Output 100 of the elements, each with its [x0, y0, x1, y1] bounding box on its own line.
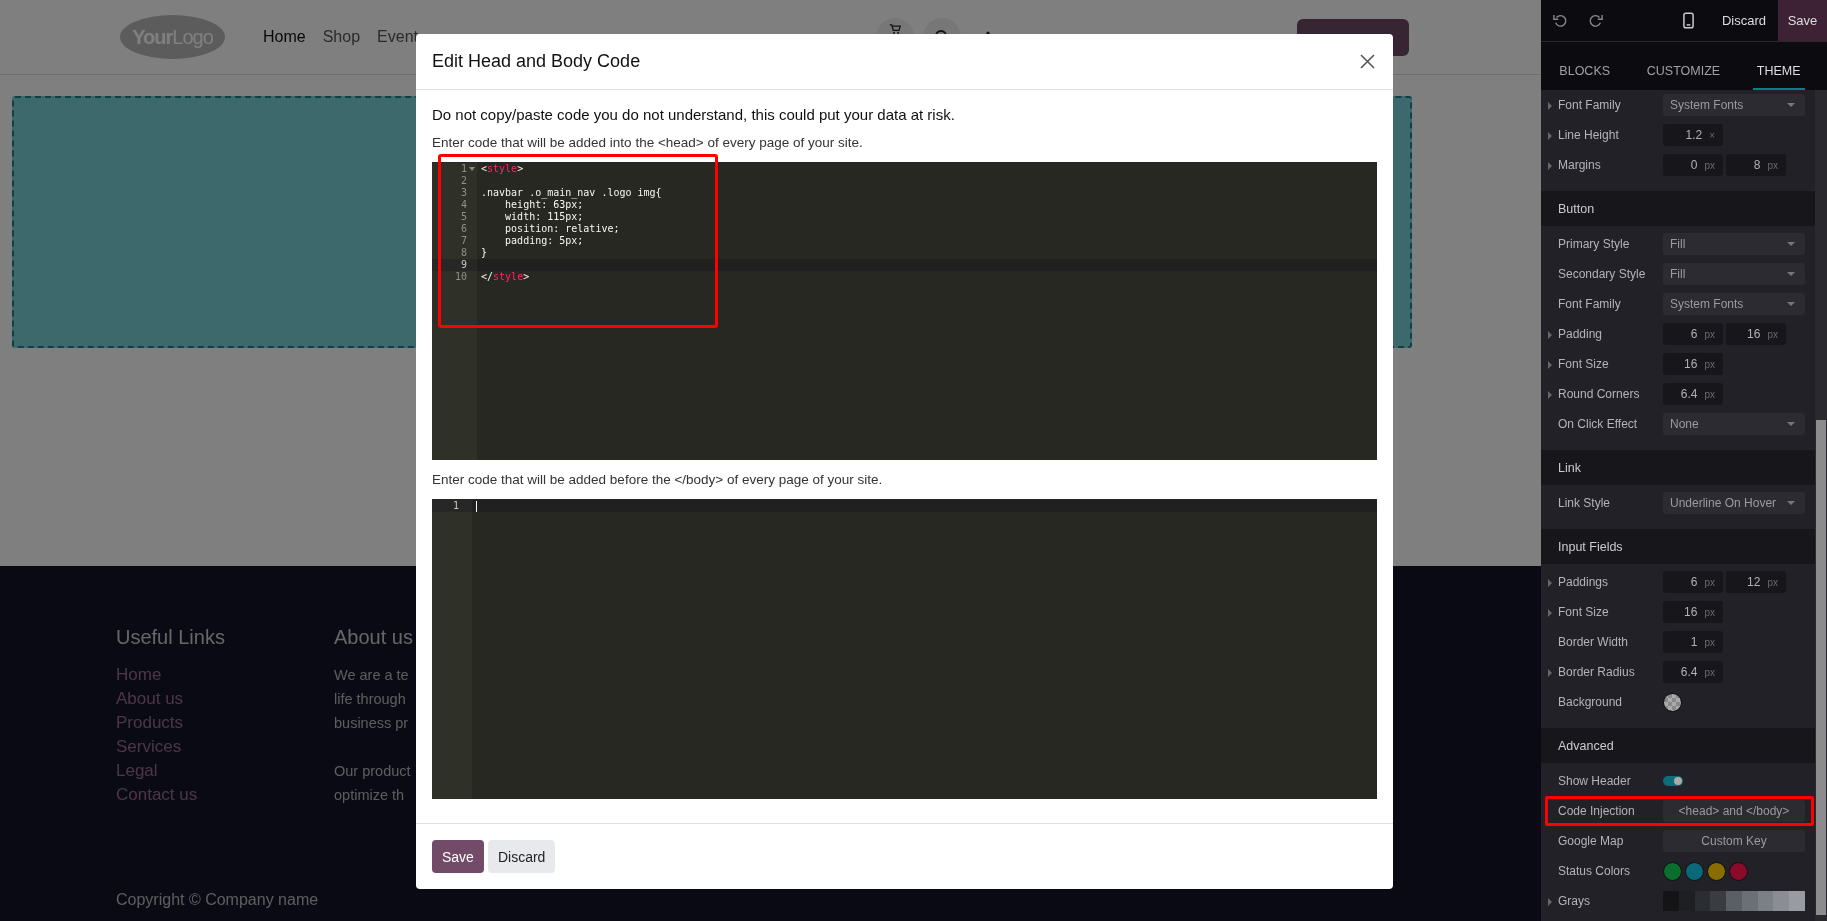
line-number: 7 — [460, 235, 467, 247]
select-field[interactable]: System Fonts — [1663, 293, 1805, 315]
number-field[interactable]: 12 px — [1726, 571, 1786, 593]
option-label: Background — [1558, 695, 1623, 709]
option-label: Border Radius — [1558, 665, 1635, 679]
code-line: <style> — [480, 163, 525, 175]
option-label: Show Header — [1558, 774, 1631, 788]
option-label: Paddings — [1558, 575, 1609, 589]
nav-link[interactable]: Event — [377, 28, 418, 46]
caret-icon — [1787, 242, 1795, 246]
save-button[interactable]: Save — [1778, 0, 1827, 41]
editor-label: Enter code that will be added into the <head> of every page of your site. — [432, 134, 864, 152]
status-color-dot[interactable] — [1663, 861, 1682, 881]
number-field[interactable]: 6.4 px — [1663, 661, 1723, 683]
option-label: Code Injection — [1558, 804, 1635, 818]
footer-text: Our product — [334, 762, 411, 781]
footer-text: life through — [334, 690, 407, 709]
section-header: Link — [1541, 450, 1815, 485]
editor-label: Enter code that will be added before the </body> of every page of your site. — [432, 471, 884, 489]
shade-swatch[interactable] — [1773, 891, 1790, 911]
option-button[interactable]: <head> and </body> — [1663, 800, 1805, 822]
select-field[interactable]: System Fonts — [1663, 94, 1805, 116]
undo-icon — [1553, 13, 1567, 28]
code-line: position: relative; — [504, 223, 621, 235]
option-label: Secondary Style — [1558, 267, 1646, 281]
status-color-dot[interactable] — [1707, 861, 1726, 881]
option-label: Grays — [1558, 894, 1590, 908]
option-label: Margins — [1558, 158, 1601, 172]
redo-icon — [1589, 13, 1603, 28]
shade-swatch[interactable] — [1789, 891, 1806, 911]
option-button[interactable]: Custom Key — [1663, 830, 1805, 852]
select-field[interactable]: None — [1663, 413, 1805, 435]
line-number: 2 — [460, 175, 467, 187]
cart-icon — [889, 24, 901, 34]
number-field[interactable]: 6 px — [1663, 323, 1723, 345]
line-number: 3 — [460, 187, 467, 199]
number-field[interactable]: 8 px — [1726, 154, 1786, 176]
shade-swatch[interactable] — [1726, 891, 1742, 911]
number-field[interactable]: 16 px — [1726, 323, 1786, 345]
number-field[interactable]: 1.2 × — [1663, 124, 1723, 146]
line-number: 6 — [460, 223, 467, 235]
section-header: Advanced — [1541, 728, 1815, 763]
close-button[interactable] — [1358, 52, 1377, 71]
footer-text: business pr — [334, 714, 409, 733]
option-label: Font Family — [1558, 98, 1621, 112]
nav-link[interactable]: Shop — [322, 28, 361, 46]
panel-tab[interactable]: CUSTOMIZE — [1642, 64, 1725, 90]
option-label: Round Corners — [1558, 387, 1640, 401]
line-number: 1 — [452, 500, 459, 512]
line-number: 8 — [460, 247, 467, 259]
select-field[interactable]: Fill — [1663, 233, 1805, 255]
scrollbar-thumb[interactable] — [1816, 420, 1826, 915]
section-header: Button — [1541, 191, 1815, 226]
option-label: Padding — [1558, 327, 1603, 341]
panel-tab[interactable]: BLOCKS — [1555, 64, 1615, 90]
option-label: On Click Effect — [1558, 417, 1638, 431]
section-header: Input Fields — [1541, 529, 1815, 564]
footer-text: optimize th — [334, 786, 406, 805]
shade-swatch[interactable] — [1710, 891, 1727, 911]
footer-heading: Useful Links — [116, 626, 225, 649]
code-line: height: 63px; — [504, 199, 585, 211]
number-field[interactable]: 1 px — [1663, 631, 1723, 653]
copyright-text: Copyright © Company name — [116, 891, 320, 909]
caret-icon — [1787, 103, 1795, 107]
warning-text: Do not copy/paste code you do not understand, this could put your data at risk. — [432, 105, 956, 125]
option-label: Line Height — [1558, 128, 1619, 142]
option-label: Font Size — [1558, 357, 1609, 371]
discard-button[interactable]: Discard — [1709, 0, 1778, 41]
nav-link[interactable]: Home — [263, 28, 306, 46]
mobile-preview-icon[interactable] — [1682, 12, 1694, 29]
code-line: padding: 5px; — [504, 235, 585, 247]
scrollbar[interactable] — [1815, 90, 1827, 921]
footer-heading: About us — [334, 626, 413, 649]
discard-button[interactable]: Discard — [487, 840, 556, 873]
toggle-switch[interactable] — [1663, 776, 1683, 786]
option-label: Font Size — [1558, 605, 1609, 619]
option-label: Link Style — [1558, 496, 1611, 510]
number-field[interactable]: 6.4 px — [1663, 383, 1723, 405]
option-label: Border Width — [1558, 635, 1629, 649]
caret-icon — [1787, 272, 1795, 276]
status-color-dot[interactable] — [1685, 861, 1704, 881]
number-field[interactable]: 6 px — [1663, 571, 1723, 593]
color-swatch[interactable] — [1663, 692, 1682, 712]
dialog-title: Edit Head and Body Code — [432, 51, 641, 72]
select-field[interactable]: Fill — [1663, 263, 1805, 285]
option-label: Status Colors — [1558, 864, 1631, 878]
number-field[interactable]: 0 px — [1663, 154, 1723, 176]
caret-icon — [1787, 501, 1795, 505]
code-line: </style> — [480, 271, 531, 283]
status-color-dot[interactable] — [1729, 861, 1748, 881]
code-editor[interactable]: 1 — [432, 499, 1377, 799]
code-line: .navbar .o_main_nav .logo img{ — [480, 187, 663, 199]
save-button[interactable]: Save — [432, 840, 484, 873]
number-field[interactable]: 16 px — [1663, 601, 1723, 623]
close-icon — [1360, 54, 1375, 69]
select-field[interactable]: Underline On Hover — [1663, 492, 1805, 514]
option-label: Font Family — [1558, 297, 1621, 311]
number-field[interactable]: 16 px — [1663, 353, 1723, 375]
option-label: Google Map — [1558, 834, 1624, 848]
line-number: 10 — [454, 271, 467, 283]
